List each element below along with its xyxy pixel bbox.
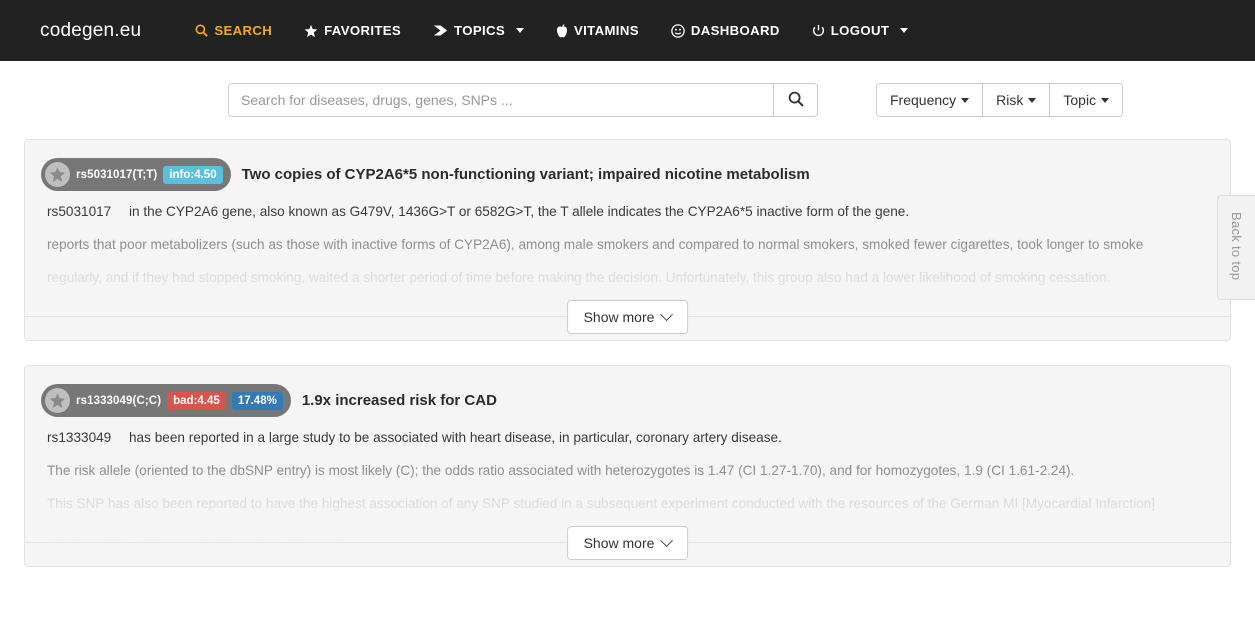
search-input[interactable] (228, 83, 773, 117)
star-icon (304, 24, 318, 38)
nav-label-vitamins: VITAMINS (574, 23, 639, 38)
result-title: 1.9x increased risk for CAD (301, 392, 497, 409)
search-group (228, 83, 818, 117)
show-more-label: Show more (583, 535, 655, 551)
paragraph-text: in the CYP2A6 gene, also known as G479V,… (129, 204, 910, 219)
chevron-down-icon (660, 307, 674, 321)
apple-icon (556, 23, 568, 38)
snp-badge-pill[interactable]: rs5031017(T;T) info:4.50 (41, 158, 231, 191)
star-icon (45, 162, 70, 187)
snp-id-label: rs1333049(C;C) (76, 394, 162, 407)
nav-item-logout: LOGOUT (796, 0, 925, 61)
result-card: rs1333049(C;C) bad:4.45 17.48% 1.9x incr… (24, 365, 1231, 567)
paragraph-rsid: rs5031017 (47, 204, 112, 219)
show-more-button[interactable]: Show more (566, 526, 689, 560)
chevron-down-icon (900, 28, 909, 33)
filter-topic-button[interactable]: Topic (1049, 83, 1124, 117)
filter-frequency-button[interactable]: Frequency (876, 83, 984, 117)
nav-link-search[interactable]: SEARCH (179, 0, 288, 61)
nav-list: SEARCH FAVORITES TOPICS VITAMINS DASHBOA… (179, 0, 924, 61)
filter-risk-label: Risk (996, 92, 1024, 108)
nav-label-dashboard: DASHBOARD (690, 23, 780, 38)
nav-item-vitamins: VITAMINS (540, 0, 655, 61)
search-icon (195, 24, 209, 37)
chevron-down-icon (660, 533, 674, 547)
filter-frequency-label: Frequency (890, 92, 957, 108)
chevron-down-icon (516, 28, 525, 33)
nav-item-search: SEARCH (179, 0, 288, 61)
info-score-tag: info:4.50 (163, 165, 223, 184)
risk-score-tag: bad:4.45 (167, 391, 226, 410)
results-list: rs5031017(T;T) info:4.50 Two copies of C… (0, 117, 1255, 567)
result-card-header: rs5031017(T;T) info:4.50 Two copies of C… (41, 158, 1214, 191)
back-to-top-label: Back to top (1229, 212, 1244, 281)
search-toolbar: Frequency Risk Topic (228, 61, 1255, 117)
filter-topic-label: Topic (1063, 92, 1097, 108)
nav-link-dashboard[interactable]: DASHBOARD (655, 0, 796, 61)
paragraph-text: has been reported in a large study to be… (129, 430, 782, 445)
star-icon (45, 388, 70, 413)
show-more-label: Show more (583, 309, 655, 325)
top-navbar: codegen.eu SEARCH FAVORITES TOPICS VITAM… (0, 0, 1255, 61)
snp-badge-pill[interactable]: rs1333049(C;C) bad:4.45 17.48% (41, 384, 291, 417)
chevron-down-icon (961, 97, 970, 103)
result-paragraph: The risk allele (oriented to the dbSNP e… (47, 463, 1075, 479)
back-to-top-button[interactable]: Back to top (1217, 195, 1255, 301)
nav-label-favorites: FAVORITES (324, 23, 402, 38)
result-card-header: rs1333049(C;C) bad:4.45 17.48% 1.9x incr… (41, 384, 1214, 417)
power-icon (812, 24, 825, 38)
filter-risk-button[interactable]: Risk (982, 83, 1051, 117)
nav-label-topics: TOPICS (454, 23, 506, 38)
filter-button-group: Frequency Risk Topic (876, 83, 1124, 117)
result-paragraph: rs1333049 has been reported in a large st… (47, 427, 1214, 448)
nav-item-topics: TOPICS (417, 0, 540, 61)
nav-label-search: SEARCH (214, 23, 273, 38)
brand-logo[interactable]: codegen.eu (40, 20, 141, 42)
nav-link-favorites[interactable]: FAVORITES (288, 0, 417, 61)
result-card-footer: Show more (25, 526, 1230, 560)
tag-icon (433, 24, 448, 37)
nav-label-logout: LOGOUT (830, 23, 890, 38)
nav-link-logout[interactable]: LOGOUT (796, 0, 925, 61)
result-paragraph: regularly, and if they had stopped smoki… (47, 270, 1111, 286)
result-card-footer: Show more (25, 300, 1230, 334)
result-title: Two copies of CYP2A6*5 non-functioning v… (241, 166, 810, 183)
nav-item-favorites: FAVORITES (288, 0, 417, 61)
show-more-button[interactable]: Show more (566, 300, 689, 334)
nav-link-vitamins[interactable]: VITAMINS (540, 0, 655, 61)
frequency-tag: 17.48% (231, 391, 283, 410)
dashboard-icon (671, 23, 685, 38)
paragraph-rsid: rs1333049 (47, 430, 112, 445)
search-submit-button[interactable] (773, 83, 818, 117)
result-paragraph: reports that poor metabolizers (such as … (47, 237, 1144, 253)
result-card: rs5031017(T;T) info:4.50 Two copies of C… (24, 139, 1231, 341)
chevron-down-icon (1028, 97, 1037, 103)
result-paragraph: This SNP has also been reported to have … (47, 496, 1156, 512)
search-icon (788, 91, 804, 110)
result-paragraph: rs5031017 in the CYP2A6 gene, also known … (47, 201, 1214, 222)
nav-item-dashboard: DASHBOARD (655, 0, 796, 61)
chevron-down-icon (1101, 97, 1110, 103)
snp-id-label: rs5031017(T;T) (76, 168, 158, 181)
nav-link-topics[interactable]: TOPICS (417, 0, 540, 61)
